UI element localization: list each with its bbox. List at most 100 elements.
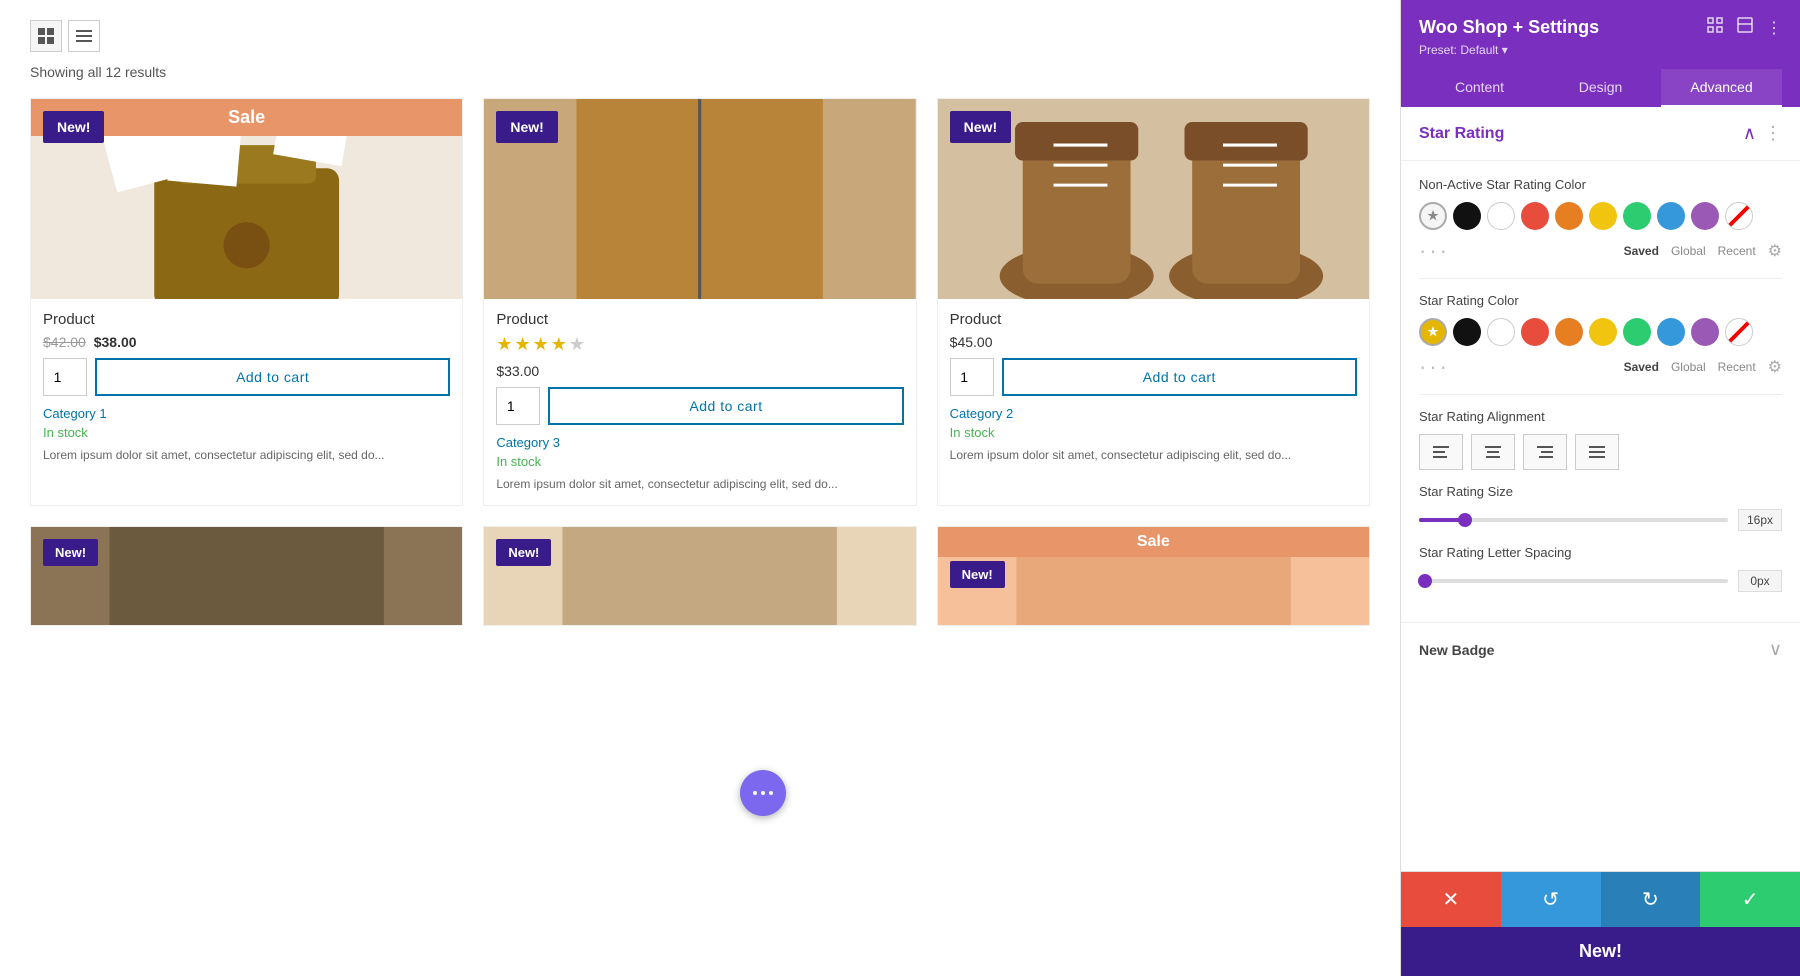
star-color-yellow[interactable] bbox=[1589, 318, 1617, 346]
add-to-cart-row: Add to cart bbox=[496, 387, 903, 425]
star-saved-tab[interactable]: Saved bbox=[1624, 360, 1659, 374]
sale-banner: Sale bbox=[938, 527, 1369, 557]
view-controls bbox=[30, 20, 1370, 52]
new-badge: New! bbox=[496, 539, 551, 566]
color-yellow[interactable] bbox=[1589, 202, 1617, 230]
quantity-input[interactable] bbox=[950, 358, 994, 396]
results-count: Showing all 12 results bbox=[30, 64, 1370, 80]
star-color-red[interactable] bbox=[1521, 318, 1549, 346]
new-badge: New! bbox=[496, 111, 557, 143]
star-letter-thumb[interactable] bbox=[1418, 574, 1432, 588]
star-color-more-dots[interactable]: ··· bbox=[1419, 354, 1450, 380]
panel-header: Woo Shop + Settings ⋮ bbox=[1401, 0, 1800, 107]
star-size-value[interactable]: 16px bbox=[1738, 509, 1782, 531]
in-stock: In stock bbox=[43, 425, 450, 440]
color-picker-active[interactable] bbox=[1419, 202, 1447, 230]
add-to-cart-button[interactable]: Add to cart bbox=[548, 387, 903, 425]
add-to-cart-button[interactable]: Add to cart bbox=[95, 358, 450, 396]
star-color-green[interactable] bbox=[1623, 318, 1651, 346]
new-badge-expand-icon[interactable]: ∨ bbox=[1769, 639, 1782, 660]
save-button[interactable]: ✓ bbox=[1700, 872, 1800, 927]
product-title: Product bbox=[496, 311, 903, 328]
star-5: ★ bbox=[569, 334, 585, 355]
panel-preset[interactable]: Preset: Default ▾ bbox=[1419, 43, 1782, 57]
product-card-partial: Sale New! bbox=[937, 526, 1370, 626]
product-image-wrap: New! bbox=[938, 99, 1369, 299]
undo-button[interactable]: ↺ bbox=[1501, 872, 1601, 927]
list-view-button[interactable] bbox=[68, 20, 100, 52]
grid-view-button[interactable] bbox=[30, 20, 62, 52]
price-value: $33.00 bbox=[496, 363, 539, 379]
star-rating-color-label: Star Rating Color bbox=[1419, 293, 1782, 308]
quantity-input[interactable] bbox=[496, 387, 540, 425]
more-options-button[interactable]: ⋮ bbox=[1766, 16, 1782, 39]
star-size-slider-row: 16px bbox=[1419, 509, 1782, 531]
star-color-settings-icon[interactable]: ⚙ bbox=[1768, 357, 1782, 377]
color-green[interactable] bbox=[1623, 202, 1651, 230]
new-badge-title: New Badge bbox=[1419, 642, 1494, 658]
star-size-track[interactable] bbox=[1419, 518, 1728, 522]
align-center-button[interactable] bbox=[1471, 434, 1515, 470]
star-1: ★ bbox=[496, 334, 512, 355]
color-purple[interactable] bbox=[1691, 202, 1719, 230]
color-blue[interactable] bbox=[1657, 202, 1685, 230]
star-color-black[interactable] bbox=[1453, 318, 1481, 346]
product-excerpt: Lorem ipsum dolor sit amet, consectetur … bbox=[950, 446, 1357, 464]
star-color-transparent[interactable] bbox=[1725, 318, 1753, 346]
panel-footer: ✕ ↺ ↻ ✓ bbox=[1401, 871, 1800, 927]
color-white[interactable] bbox=[1487, 202, 1515, 230]
star-color-white[interactable] bbox=[1487, 318, 1515, 346]
color-orange[interactable] bbox=[1555, 202, 1583, 230]
divider bbox=[1419, 278, 1782, 279]
product-title: Product bbox=[43, 311, 450, 328]
color-red[interactable] bbox=[1521, 202, 1549, 230]
star-global-tab[interactable]: Global bbox=[1671, 360, 1706, 374]
star-color-blue[interactable] bbox=[1657, 318, 1685, 346]
product-excerpt: Lorem ipsum dolor sit amet, consectetur … bbox=[43, 446, 450, 464]
section-more-icon[interactable]: ⋮ bbox=[1764, 123, 1782, 144]
tab-advanced[interactable]: Advanced bbox=[1661, 69, 1782, 107]
quantity-input[interactable] bbox=[43, 358, 87, 396]
floating-menu-button[interactable] bbox=[740, 770, 786, 816]
recent-tab[interactable]: Recent bbox=[1718, 244, 1756, 258]
add-to-cart-button[interactable]: Add to cart bbox=[1002, 358, 1357, 396]
focus-icon-button[interactable] bbox=[1706, 16, 1724, 39]
color-black[interactable] bbox=[1453, 202, 1481, 230]
product-info: Product $45.00 Add to cart Category 2 In… bbox=[938, 299, 1369, 476]
color-transparent[interactable] bbox=[1725, 202, 1753, 230]
color-settings-icon[interactable]: ⚙ bbox=[1768, 241, 1782, 261]
star-rating: ★ ★ ★ ★ ★ bbox=[496, 334, 903, 355]
star-color-purple[interactable] bbox=[1691, 318, 1719, 346]
star-letter-value[interactable]: 0px bbox=[1738, 570, 1782, 592]
price-sale: $38.00 bbox=[94, 334, 137, 350]
cancel-button[interactable]: ✕ bbox=[1401, 872, 1501, 927]
tab-design[interactable]: Design bbox=[1540, 69, 1661, 107]
star-color-orange[interactable] bbox=[1555, 318, 1583, 346]
new-badge: New! bbox=[950, 561, 1005, 588]
new-badge: New! bbox=[43, 111, 104, 143]
layout-icon-button[interactable] bbox=[1736, 16, 1754, 39]
align-justify-button[interactable] bbox=[1575, 434, 1619, 470]
products-grid: Sale New! Product $42.00 bbox=[30, 98, 1370, 506]
non-active-label: Non-Active Star Rating Color bbox=[1419, 177, 1782, 192]
product-category[interactable]: Category 2 bbox=[950, 406, 1357, 421]
tab-content[interactable]: Content bbox=[1419, 69, 1540, 107]
star-letter-track[interactable] bbox=[1419, 579, 1728, 583]
new-badge-header[interactable]: New Badge ∨ bbox=[1419, 639, 1782, 660]
collapse-icon[interactable]: ∧ bbox=[1743, 123, 1756, 144]
star-letter-spacing-row: 0px bbox=[1419, 570, 1782, 592]
panel-title: Woo Shop + Settings bbox=[1419, 17, 1599, 38]
in-stock: In stock bbox=[496, 454, 903, 469]
align-left-button[interactable] bbox=[1419, 434, 1463, 470]
product-category[interactable]: Category 3 bbox=[496, 435, 903, 450]
saved-tab[interactable]: Saved bbox=[1624, 244, 1659, 258]
redo-button[interactable]: ↻ bbox=[1601, 872, 1701, 927]
star-size-thumb[interactable] bbox=[1458, 513, 1472, 527]
color-more-dots[interactable]: ··· bbox=[1419, 238, 1450, 264]
star-color-picker-active[interactable] bbox=[1419, 318, 1447, 346]
divider-2 bbox=[1419, 394, 1782, 395]
align-right-button[interactable] bbox=[1523, 434, 1567, 470]
global-tab[interactable]: Global bbox=[1671, 244, 1706, 258]
product-category[interactable]: Category 1 bbox=[43, 406, 450, 421]
star-recent-tab[interactable]: Recent bbox=[1718, 360, 1756, 374]
